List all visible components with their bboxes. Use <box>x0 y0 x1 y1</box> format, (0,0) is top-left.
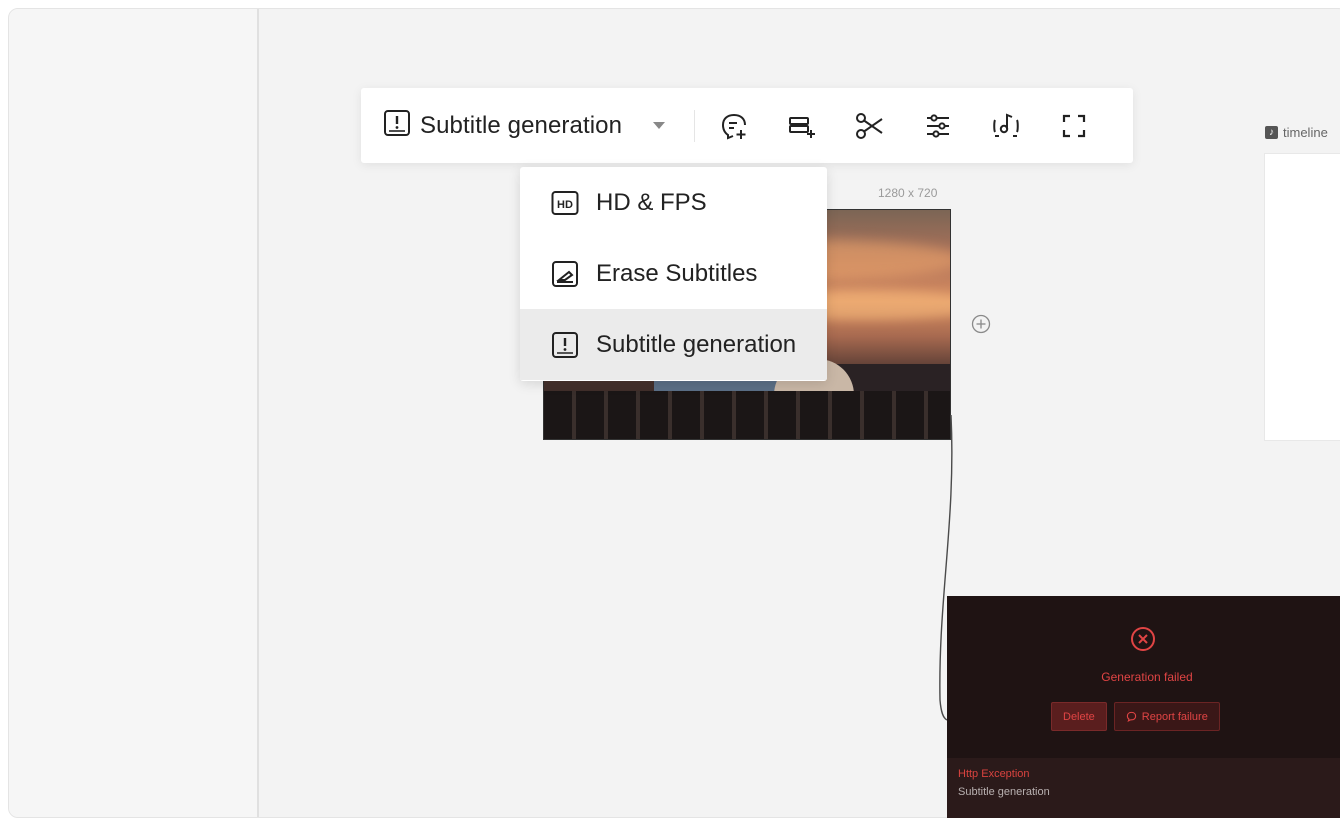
hd-icon: HD <box>550 188 580 218</box>
node-toolbar: Subtitle generation <box>361 88 1133 163</box>
error-details: Http Exception Subtitle generation <box>947 758 1340 818</box>
exception-text: Http Exception <box>958 768 1030 780</box>
mode-select[interactable]: Subtitle generation <box>361 88 666 163</box>
error-panel: Generation failed Delete Report failure … <box>947 596 1340 818</box>
add-track-button[interactable] <box>777 101 827 151</box>
audio-detach-button[interactable] <box>981 101 1031 151</box>
report-failure-label: Report failure <box>1141 710 1208 723</box>
resolution-label: 1280 x 720 <box>878 186 938 200</box>
dropdown-item-erase-subtitles[interactable]: Erase Subtitles <box>520 238 827 309</box>
left-panel <box>9 9 259 817</box>
error-title: Generation failed <box>1101 670 1193 684</box>
subtitle-generation-icon <box>383 109 411 142</box>
delete-button[interactable]: Delete <box>1051 702 1107 731</box>
dropdown-item-label: Erase Subtitles <box>596 259 758 287</box>
report-failure-button[interactable]: Report failure <box>1113 702 1220 731</box>
svg-text:HD: HD <box>557 199 573 211</box>
dropdown-item-label: HD & FPS <box>596 188 707 216</box>
comment-icon <box>1126 711 1137 722</box>
dropdown-item-hd-fps[interactable]: HD HD & FPS <box>520 167 827 238</box>
timeline-label: timeline <box>1283 125 1328 140</box>
chat-plus-icon <box>719 111 749 141</box>
expand-icon <box>1060 112 1088 140</box>
toolbar-divider <box>694 109 696 142</box>
error-actions: Delete Report failure <box>1051 702 1220 731</box>
music-note-icon <box>990 110 1022 142</box>
add-node-button[interactable] <box>970 314 992 339</box>
erase-subtitle-icon <box>550 259 580 289</box>
scissors-icon <box>854 110 886 142</box>
subtitle-generation-icon <box>550 330 580 360</box>
fullscreen-button[interactable] <box>1049 101 1099 151</box>
adjust-button[interactable] <box>913 101 963 151</box>
add-subtitle-button[interactable] <box>709 101 759 151</box>
dropdown-item-label: Subtitle generation <box>596 330 797 358</box>
mode-dropdown: HD HD & FPS Erase Subtitles Subtitle gen… <box>520 167 827 381</box>
delete-label: Delete <box>1063 710 1095 723</box>
error-circle-icon <box>1130 626 1156 652</box>
cut-button[interactable] <box>845 101 895 151</box>
timeline-node[interactable] <box>1264 153 1340 441</box>
music-note-icon: ♪ <box>1265 126 1278 139</box>
mode-select-label: Subtitle generation <box>420 111 623 139</box>
plus-circle-icon <box>971 314 991 339</box>
dropdown-item-subtitle-generation[interactable]: Subtitle generation <box>520 309 827 380</box>
timeline-tag: ♪ timeline <box>1265 125 1328 140</box>
chevron-down-icon <box>652 121 666 131</box>
track-plus-icon <box>787 111 817 141</box>
sliders-icon <box>923 111 953 141</box>
task-text: Subtitle generation <box>958 786 1050 798</box>
